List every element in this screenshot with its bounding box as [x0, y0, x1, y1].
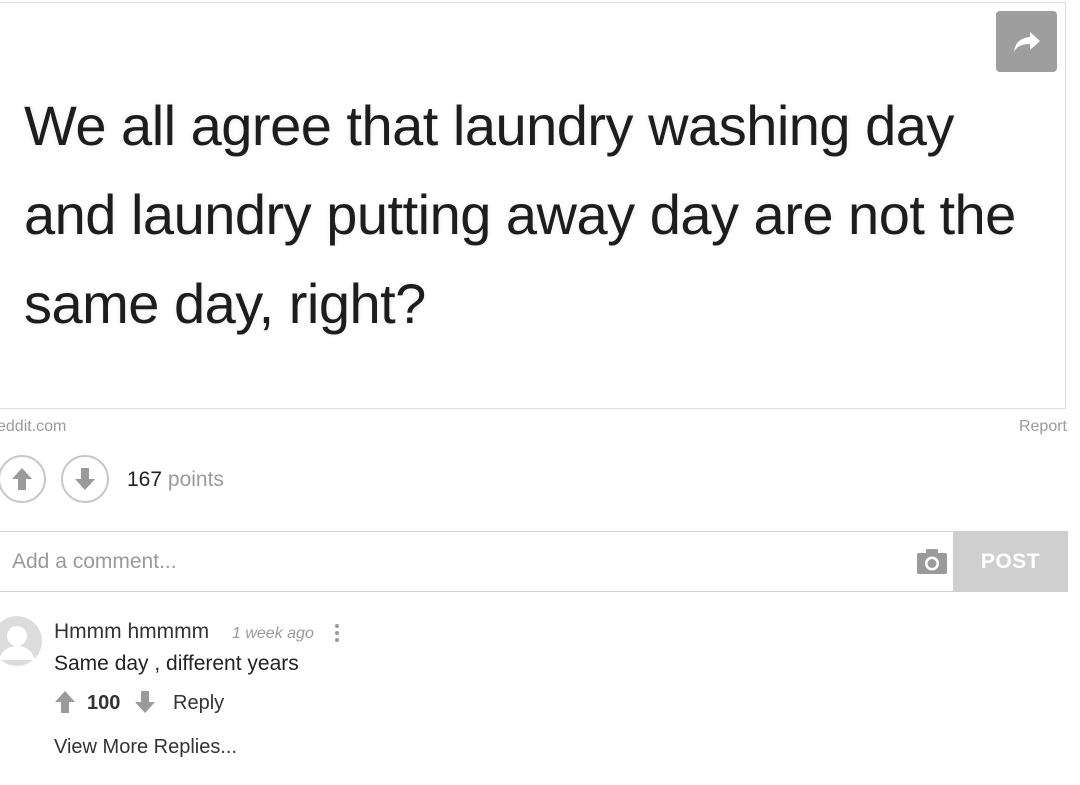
post-image-text: We all agree that laundry washing day an…	[24, 94, 1016, 335]
post-points: 167 points	[127, 468, 224, 492]
comment-score: 100	[87, 692, 121, 714]
post-source[interactable]: eddit.com	[0, 418, 66, 436]
camera-icon	[917, 549, 947, 574]
post-comment-button[interactable]: POST	[953, 531, 1068, 592]
default-avatar-icon	[0, 616, 42, 666]
camera-button[interactable]	[916, 546, 948, 576]
reply-button[interactable]: Reply	[173, 692, 224, 715]
downvote-button[interactable]	[61, 455, 109, 503]
report-link[interactable]: Report	[1019, 418, 1067, 436]
arrow-up-icon	[55, 691, 75, 713]
arrow-down-icon	[75, 468, 95, 490]
view-more-replies-link[interactable]: View More Replies...	[54, 736, 237, 759]
post-image: We all agree that laundry washing day an…	[0, 2, 1066, 409]
comment-author[interactable]: Hmmm hmmmm	[54, 620, 209, 644]
comment-upvote-button[interactable]	[54, 690, 76, 714]
comment-bar: POST	[0, 531, 1068, 592]
post-score-unit: points	[167, 468, 224, 491]
share-button[interactable]	[996, 11, 1057, 72]
share-arrow-icon	[1013, 31, 1040, 52]
arrow-up-icon	[12, 468, 32, 490]
upvote-button[interactable]	[0, 455, 46, 503]
comment-body: Same day , different years	[54, 652, 299, 675]
avatar[interactable]	[0, 616, 42, 666]
comment-options-button[interactable]	[332, 622, 342, 644]
comment-actions: 100 Reply	[54, 690, 354, 716]
comment-item: Hmmm hmmmm 1 week ago Same day , differe…	[0, 612, 1068, 782]
arrow-down-icon	[135, 691, 155, 713]
comment-timestamp: 1 week ago	[232, 625, 314, 642]
post-vote-row: 167 points	[0, 455, 600, 507]
more-vertical-icon	[335, 624, 339, 642]
post-score: 167	[127, 468, 163, 491]
post-meta-row: eddit.com Report	[0, 418, 1068, 440]
comment-downvote-button[interactable]	[134, 690, 156, 714]
comment-input[interactable]	[0, 532, 900, 591]
